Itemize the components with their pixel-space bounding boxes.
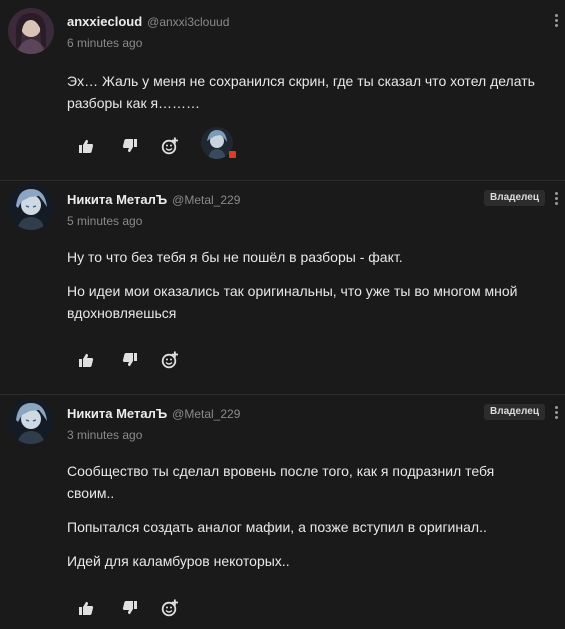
author-name[interactable]: Никита МеталЪ	[67, 192, 167, 207]
avatar[interactable]	[8, 184, 54, 230]
comment-timestamp[interactable]: 3 minutes ago	[67, 428, 142, 442]
comment-paragraph: Ну то что без тебя я бы не пошёл в разбо…	[67, 249, 403, 265]
comment: anxxiecloud @anxxi3clouud 6 minutes ago Э…	[0, 0, 565, 180]
comment: Никита МеталЪ @Metal_229 Владелец 3 minut…	[0, 394, 565, 629]
comment-author-row: anxxiecloud @anxxi3clouud	[67, 14, 229, 29]
author-name[interactable]: anxxiecloud	[67, 14, 142, 29]
thumbs-down-icon[interactable]	[120, 598, 140, 618]
comment-text: Ну то что без тебя я бы не пошёл в разбо…	[67, 246, 547, 324]
add-emoji-icon[interactable]	[160, 350, 180, 370]
comment-paragraph: Эх… Жаль у меня не сохранился скрин, где…	[67, 73, 535, 111]
comment-paragraph: Попытался создать аналог мафии, а позже …	[67, 519, 487, 535]
thumbs-up-icon[interactable]	[76, 598, 96, 618]
author-handle[interactable]: @Metal_229	[172, 193, 240, 207]
comment-thread: anxxiecloud @anxxi3clouud 6 minutes ago Э…	[0, 0, 565, 629]
comment-paragraph: Идей для каламбуров некоторых..	[67, 553, 290, 569]
comment-timestamp[interactable]: 5 minutes ago	[67, 214, 142, 228]
comment-paragraph: Сообщество ты сделал вровень после того,…	[67, 463, 495, 501]
owner-badge: Владелец	[484, 190, 545, 206]
add-emoji-icon[interactable]	[160, 136, 180, 156]
comment-author-row: Никита МеталЪ @Metal_229	[67, 406, 240, 421]
owner-badge: Владелец	[484, 404, 545, 420]
comment: Никита МеталЪ @Metal_229 Владелец 5 minut…	[0, 180, 565, 394]
avatar[interactable]	[8, 398, 54, 444]
reaction-indicator	[229, 151, 236, 158]
more-vertical-icon[interactable]	[550, 192, 562, 208]
comment-paragraph: Но идеи мои оказались так оригинальны, ч…	[67, 283, 518, 321]
comment-text: Эх… Жаль у меня не сохранился скрин, где…	[67, 70, 547, 114]
comment-timestamp[interactable]: 6 minutes ago	[67, 36, 142, 50]
avatar[interactable]	[8, 8, 54, 54]
add-emoji-icon[interactable]	[160, 598, 180, 618]
author-handle[interactable]: @Metal_229	[172, 407, 240, 421]
thumbs-down-icon[interactable]	[120, 350, 140, 370]
thumbs-up-icon[interactable]	[76, 136, 96, 156]
comment-actions	[76, 598, 196, 620]
more-vertical-icon[interactable]	[550, 14, 562, 30]
comment-text: Сообщество ты сделал вровень после того,…	[67, 460, 537, 572]
thumbs-up-icon[interactable]	[76, 350, 96, 370]
author-name[interactable]: Никита МеталЪ	[67, 406, 167, 421]
more-vertical-icon[interactable]	[550, 406, 562, 422]
thumbs-down-icon[interactable]	[120, 136, 140, 156]
comment-actions	[76, 350, 196, 372]
comment-actions	[76, 127, 276, 159]
author-handle[interactable]: @anxxi3clouud	[147, 15, 229, 29]
comment-author-row: Никита МеталЪ @Metal_229	[67, 192, 240, 207]
